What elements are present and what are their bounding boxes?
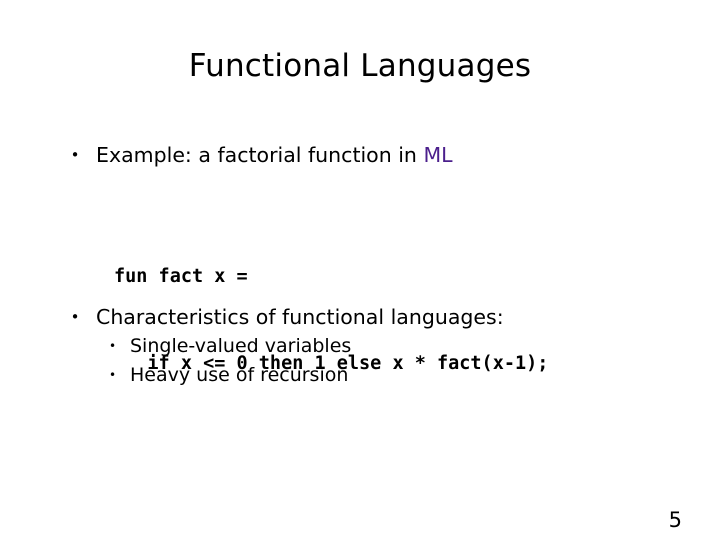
bullet-marker-icon: • xyxy=(70,308,80,326)
page-number: 5 xyxy=(668,508,682,532)
sub-bullet-marker-icon: • xyxy=(108,368,117,382)
sub-bullet-item-single-valued: • Single-valued variables xyxy=(0,332,720,361)
page-title: Functional Languages xyxy=(188,48,532,84)
sub-bullet-single-valued-text: Single-valued variables xyxy=(130,335,352,357)
language-keyword-ml: ML xyxy=(423,143,453,167)
slide-body: • Example: a factorial function in ML xyxy=(0,140,720,170)
bullet-item-characteristics: • Characteristics of functional language… xyxy=(0,302,720,332)
sub-bullet-recursion-text: Heavy use of recursion xyxy=(130,364,349,386)
bullet-item-example: • Example: a factorial function in ML xyxy=(0,140,720,170)
bullet-marker-icon: • xyxy=(70,146,80,164)
sub-bullet-item-recursion: • Heavy use of recursion xyxy=(0,361,720,390)
bullet-characteristics-text: Characteristics of functional languages: xyxy=(96,305,504,329)
sub-bullet-marker-icon: • xyxy=(108,339,117,353)
characteristics-group: • Characteristics of functional language… xyxy=(0,302,720,390)
slide: Functional Languages • Example: a factor… xyxy=(0,0,720,540)
code-line-1: fun fact x = xyxy=(114,266,248,287)
bullet-example-text: Example: a factorial function in xyxy=(96,143,424,167)
